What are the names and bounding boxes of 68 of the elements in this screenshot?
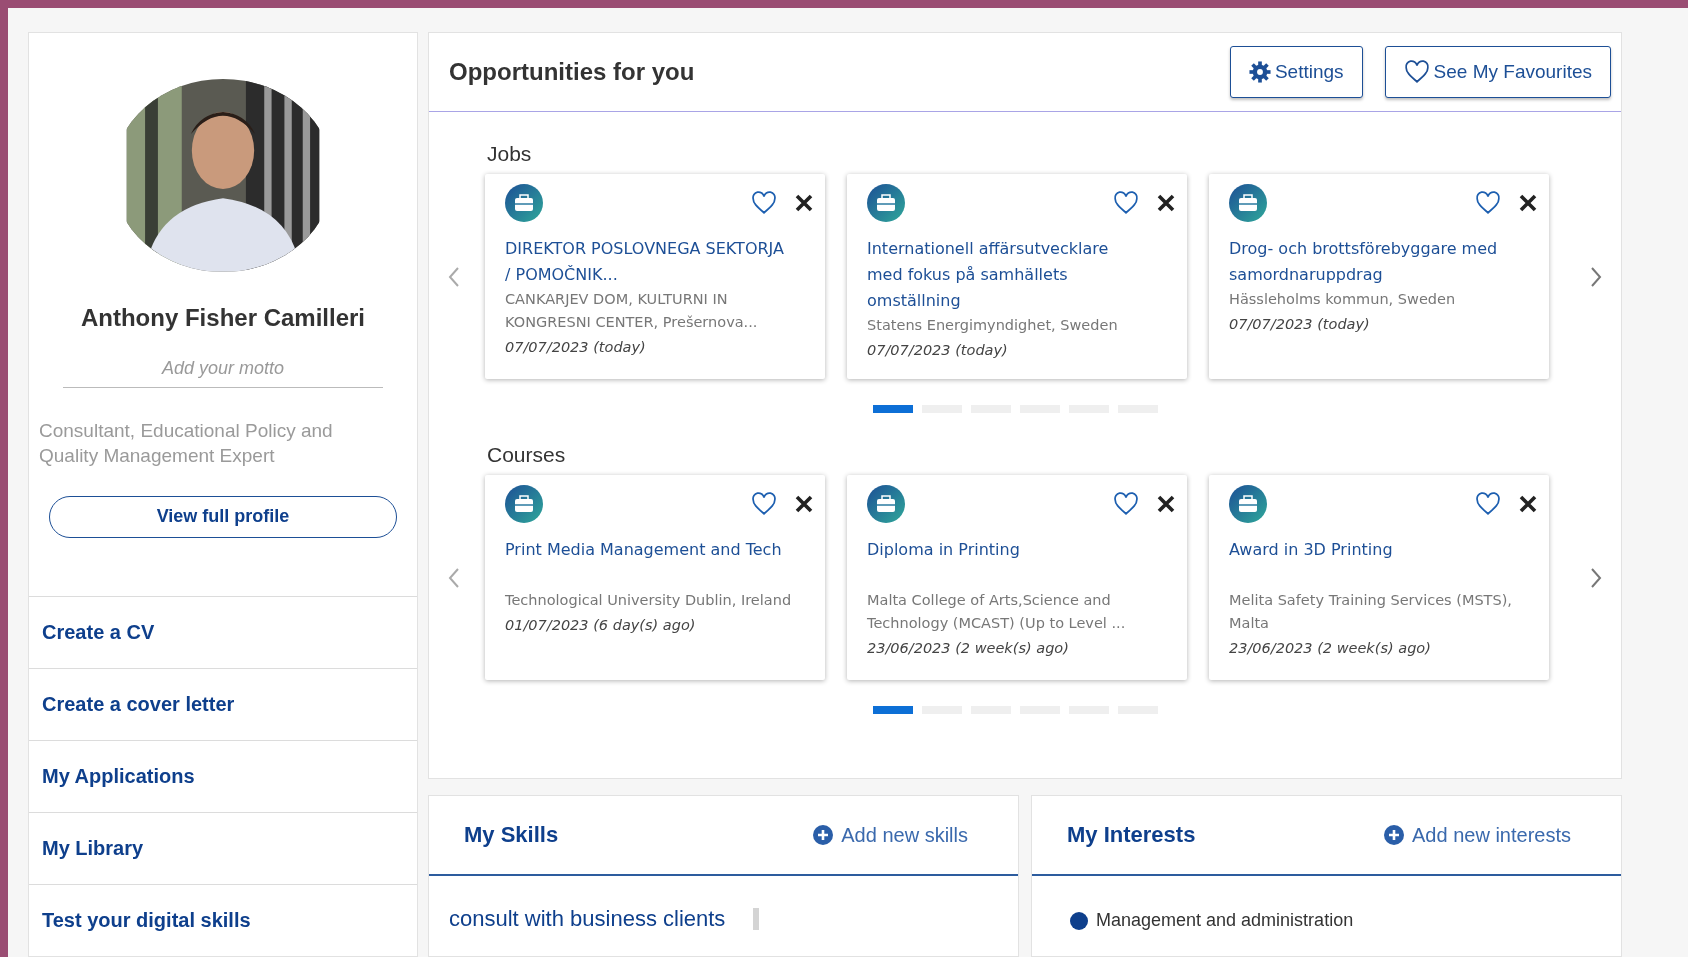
plus-circle-icon xyxy=(1384,825,1404,845)
opportunity-title[interactable]: DIREKTOR POSLOVNEGA SEKTORJA / POMOČNIK... xyxy=(505,236,785,288)
opportunity-card[interactable]: Award in 3D Printing Melita Safety Training Services (MSTS), Malta 23/06/2023 (2 week(s) ago) xyxy=(1209,475,1549,680)
briefcase-icon xyxy=(1229,485,1267,523)
add-skills-button[interactable]: Add new skills xyxy=(807,822,974,848)
briefcase-icon xyxy=(505,184,543,222)
heart-icon xyxy=(751,491,777,517)
profile-description: Consultant, Educational Policy and Quality Management Expert xyxy=(38,418,334,468)
date-text: 23/06/2023 (2 week(s) ago) xyxy=(1229,639,1432,658)
sidebar-item[interactable]: My Library xyxy=(29,812,417,884)
close-icon[interactable] xyxy=(1157,194,1175,212)
opportunity-title[interactable]: Print Media Management and Tech xyxy=(505,537,785,589)
sidebar-item[interactable]: Create a CV xyxy=(29,596,417,668)
opportunity-title[interactable]: Drog- och brottsförebyggare med samordnaruppdrag xyxy=(1229,236,1509,288)
date-text: 07/07/2023 (today) xyxy=(1229,315,1371,334)
view-profile-button[interactable]: View full profile xyxy=(49,495,397,538)
close-icon[interactable] xyxy=(795,194,813,212)
close-icon[interactable] xyxy=(1157,495,1175,513)
opportunity-title[interactable]: Award in 3D Printing xyxy=(1229,537,1509,589)
briefcase-icon xyxy=(1229,184,1267,222)
sidebar-item[interactable]: My Applications xyxy=(29,740,417,812)
section-title: Courses xyxy=(487,443,567,467)
organization-text: Statens Energimyndighet, Sweden xyxy=(867,316,1119,335)
opportunity-card[interactable]: DIREKTOR POSLOVNEGA SEKTORJA / POMOČNIK... CANKARJEV DOM, KULTURNI IN KONGRESNI CENTER, Prešernova... 07/07/2023 (today) xyxy=(485,174,825,379)
opportunity-card[interactable]: Drog- och brottsförebyggare med samordnaruppdrag Hässleholms kommun, Sweden 07/07/2023 (today) xyxy=(1209,174,1549,379)
date-text: 23/06/2023 (2 week(s) ago) xyxy=(867,639,1070,658)
date-text: 01/07/2023 (6 day(s) ago) xyxy=(505,616,697,635)
skill-text: consult with business clients xyxy=(449,906,726,932)
settings-icon xyxy=(1248,61,1271,83)
briefcase-icon xyxy=(867,184,905,222)
heart-icon xyxy=(1113,190,1139,216)
carousel-page-indicator[interactable] xyxy=(872,405,913,413)
heart-icon xyxy=(1403,59,1430,85)
heart-icon xyxy=(1113,491,1139,517)
carousel-page-indicator[interactable] xyxy=(872,706,913,714)
organization-text: Malta College of Arts,Science and Technology (MCAST) (Up to Level ... xyxy=(867,591,1127,633)
organization-text: Hässleholms kommun, Sweden xyxy=(1229,290,1457,309)
add-interests-button[interactable]: Add new interests xyxy=(1378,822,1577,848)
opportunity-card[interactable]: Diploma in Printing Malta College of Arts,Science and Technology (MCAST) (Up to Level ... 23/06/2023 (2 week(s) ago) xyxy=(847,475,1187,680)
date-text: 07/07/2023 (today) xyxy=(867,341,1009,360)
panel-title: Opportunities for you xyxy=(449,58,696,86)
plus-circle-icon xyxy=(813,825,834,845)
interest-text: Management and administration xyxy=(1096,910,1354,931)
briefcase-icon xyxy=(867,485,905,523)
close-icon[interactable] xyxy=(795,495,813,513)
opportunity-card[interactable]: Internationell affärsutvecklare med fokus på samhällets omställning Statens Energimyndighet, Sweden 07/07/2023 (today) xyxy=(847,174,1187,379)
favourites-button[interactable]: See My Favourites xyxy=(1384,46,1611,98)
sidebar-item[interactable]: Create a cover letter xyxy=(29,668,417,740)
panel-title: My Interests xyxy=(1067,822,1197,848)
organization-text: Melita Safety Training Services (MSTS), Malta xyxy=(1229,591,1513,633)
section-title: Jobs xyxy=(487,142,533,166)
briefcase-icon xyxy=(505,485,543,523)
skill-level-bar xyxy=(753,908,760,930)
heart-icon xyxy=(1475,190,1501,216)
organization-text: Technological University Dublin, Ireland xyxy=(505,591,793,610)
date-text: 07/07/2023 (today) xyxy=(505,338,647,357)
close-icon[interactable] xyxy=(1519,194,1537,212)
heart-icon xyxy=(1475,491,1501,517)
organization-text: CANKARJEV DOM, KULTURNI IN KONGRESNI CENTER, Prešernova... xyxy=(505,290,759,332)
sidebar-item[interactable]: Test your digital skills xyxy=(29,884,417,956)
opportunity-title[interactable]: Internationell affärsutvecklare med fokus på samhällets omställning xyxy=(867,236,1147,314)
profile-name: Anthony Fisher Camilleri xyxy=(80,303,366,332)
close-icon[interactable] xyxy=(1519,495,1537,513)
heart-icon xyxy=(751,190,777,216)
opportunity-title[interactable]: Diploma in Printing xyxy=(867,537,1147,589)
opportunity-card[interactable]: Print Media Management and Tech Technological University Dublin, Ireland 01/07/2023 (6 day(s) ago) xyxy=(485,475,825,680)
panel-title: My Skills xyxy=(464,822,560,848)
settings-button[interactable]: Settings xyxy=(1229,46,1363,98)
